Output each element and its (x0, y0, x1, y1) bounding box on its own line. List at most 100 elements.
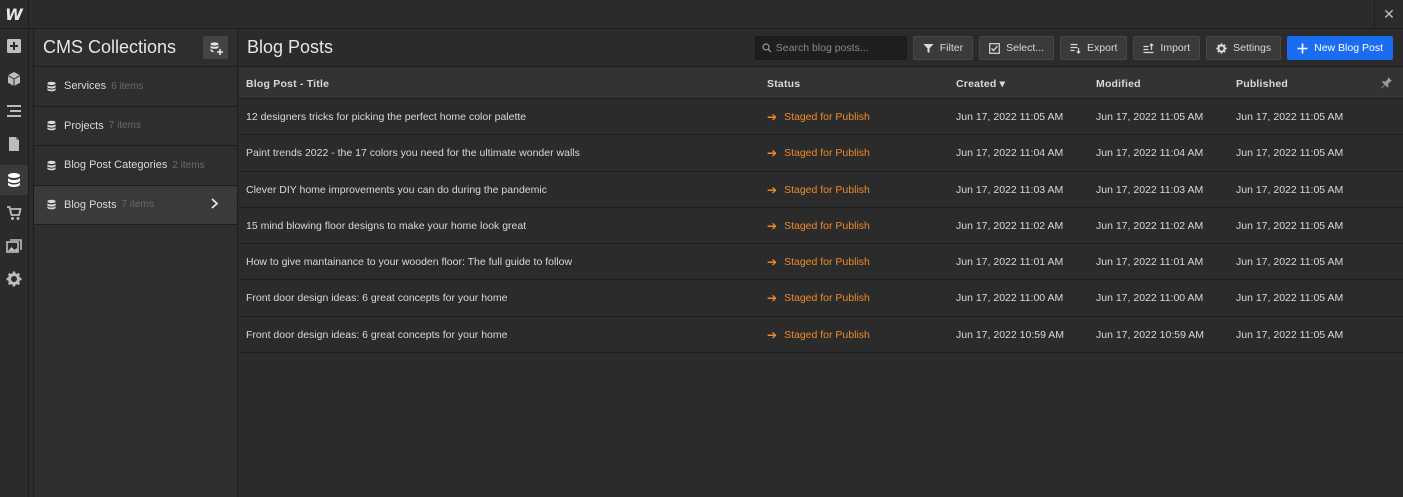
collection-item-services[interactable]: Services 6 items (34, 67, 237, 107)
cell-published: Jun 17, 2022 11:05 AM (1236, 292, 1344, 305)
cell-title: Clever DIY home improvements you can do … (246, 183, 547, 196)
status-cell: ➔ Staged for Publish (767, 256, 870, 268)
gear-icon (1216, 42, 1227, 54)
cell-title: 15 mind blowing floor designs to make yo… (246, 219, 527, 232)
select-button[interactable]: Select... (979, 36, 1055, 60)
settings-button[interactable]: Settings (1206, 36, 1282, 60)
navigator-icon[interactable] (0, 97, 28, 125)
collection-item-blog-posts[interactable]: Blog Posts 7 items (34, 185, 237, 225)
cell-published: Jun 17, 2022 11:05 AM (1236, 219, 1344, 232)
collections-panel: CMS Collections Services 6 items Project… (33, 29, 238, 497)
table-row[interactable]: Front door design ideas: 6 great concept… (239, 317, 1403, 354)
table-row[interactable]: 12 designers tricks for picking the perf… (239, 99, 1403, 136)
cell-title: Front door design ideas: 6 great concept… (246, 328, 508, 341)
status-text: Staged for Publish (784, 256, 870, 269)
arrow-right-icon: ➔ (767, 110, 778, 124)
cell-created: Jun 17, 2022 11:02 AM (956, 219, 1064, 232)
collection-count: 7 items (121, 199, 154, 211)
main-panel: Blog Posts Filter Select... Export Impor… (239, 29, 1403, 497)
cell-modified: Jun 17, 2022 11:05 AM (1096, 111, 1204, 123)
new-blog-post-label: New Blog Post (1314, 42, 1383, 54)
cell-created: Jun 17, 2022 11:00 AM (956, 292, 1064, 305)
status-cell: ➔ Staged for Publish (767, 184, 870, 196)
status-cell: ➔ Staged for Publish (767, 147, 870, 159)
arrow-right-icon: ➔ (767, 291, 778, 306)
assets-icon[interactable] (0, 232, 28, 260)
arrow-right-icon: ➔ (767, 218, 778, 233)
table-header: Blog Post - Title Status Created ▾ Modif… (239, 67, 1403, 99)
cell-title: Front door design ideas: 6 great concept… (246, 292, 508, 305)
column-header-status[interactable]: Status (767, 78, 800, 90)
close-button[interactable]: ✕ (1374, 0, 1403, 29)
status-text: Staged for Publish (784, 111, 870, 123)
database-icon (47, 160, 56, 171)
export-button[interactable]: Export (1060, 36, 1128, 60)
collection-item-projects[interactable]: Projects 7 items (34, 107, 237, 146)
table-row[interactable]: Paint trends 2022 - the 17 colors you ne… (239, 135, 1403, 172)
chevron-right-icon (209, 198, 227, 212)
webflow-logo[interactable]: W (0, 0, 29, 29)
column-header-published[interactable]: Published (1236, 78, 1288, 90)
cell-title: How to give mantainance to your wooden f… (246, 256, 573, 269)
cell-created: Jun 17, 2022 11:05 AM (956, 111, 1064, 123)
import-label: Import (1160, 42, 1191, 54)
pin-icon[interactable] (1380, 76, 1393, 89)
cell-modified: Jun 17, 2022 11:03 AM (1096, 183, 1204, 196)
add-icon[interactable] (0, 32, 28, 60)
search-box[interactable] (754, 36, 907, 60)
cell-modified: Jun 17, 2022 10:59 AM (1096, 328, 1204, 341)
filter-icon (923, 43, 934, 53)
column-header-modified[interactable]: Modified (1096, 78, 1141, 90)
pages-icon[interactable] (0, 130, 28, 158)
filter-button[interactable]: Filter (912, 36, 974, 60)
page-title: Blog Posts (247, 37, 334, 57)
table-row[interactable]: Clever DIY home improvements you can do … (239, 172, 1403, 208)
search-icon (762, 43, 772, 53)
status-text: Staged for Publish (784, 292, 870, 305)
cube-icon[interactable] (0, 65, 28, 93)
collection-name: Services (64, 80, 107, 93)
cell-created: Jun 17, 2022 11:01 AM (956, 256, 1064, 269)
add-collection-button[interactable] (203, 36, 228, 59)
cell-published: Jun 17, 2022 11:05 AM (1236, 147, 1344, 160)
table-row[interactable]: Front door design ideas: 6 great concept… (239, 280, 1403, 317)
cell-published: Jun 17, 2022 11:05 AM (1236, 256, 1344, 269)
collection-count: 6 items (111, 80, 144, 92)
table-row[interactable]: How to give mantainance to your wooden f… (239, 244, 1403, 281)
arrow-right-icon: ➔ (767, 146, 778, 161)
column-header-created[interactable]: Created ▾ (956, 78, 1005, 90)
search-input[interactable] (775, 42, 896, 54)
cell-title: 12 designers tricks for picking the perf… (246, 111, 527, 123)
arrow-right-icon: ➔ (767, 182, 778, 197)
settings-label: Settings (1233, 42, 1272, 54)
collection-count: 2 items (172, 159, 205, 171)
status-cell: ➔ Staged for Publish (767, 329, 870, 341)
status-cell: ➔ Staged for Publish (767, 292, 870, 304)
table-row[interactable]: 15 mind blowing floor designs to make yo… (239, 208, 1403, 245)
cart-icon[interactable] (0, 199, 28, 227)
database-icon (47, 120, 56, 131)
select-label: Select... (1006, 42, 1045, 54)
column-header-title[interactable]: Blog Post - Title (246, 78, 329, 90)
main-header: Blog Posts Filter Select... Export Impor… (239, 29, 1403, 67)
export-icon (1070, 43, 1081, 54)
database-icon (47, 81, 56, 92)
cell-modified: Jun 17, 2022 11:01 AM (1096, 256, 1204, 269)
collection-name: Projects (64, 119, 104, 132)
database-icon (47, 199, 56, 210)
import-icon (1143, 42, 1155, 53)
filter-label: Filter (939, 42, 964, 54)
cell-created: Jun 17, 2022 10:59 AM (956, 328, 1064, 341)
cell-modified: Jun 17, 2022 11:00 AM (1096, 292, 1204, 305)
collection-item-blog-post-categories[interactable]: Blog Post Categories 2 items (34, 146, 237, 186)
database-icon[interactable] (0, 165, 28, 195)
new-blog-post-button[interactable]: New Blog Post (1287, 36, 1393, 60)
gear-icon[interactable] (0, 265, 28, 293)
cell-modified: Jun 17, 2022 11:04 AM (1096, 147, 1204, 160)
cell-modified: Jun 17, 2022 11:02 AM (1096, 219, 1204, 232)
status-cell: ➔ Staged for Publish (767, 111, 870, 123)
arrow-right-icon: ➔ (767, 255, 778, 270)
export-label: Export (1087, 42, 1118, 54)
status-text: Staged for Publish (784, 147, 870, 160)
import-button[interactable]: Import (1133, 36, 1201, 60)
